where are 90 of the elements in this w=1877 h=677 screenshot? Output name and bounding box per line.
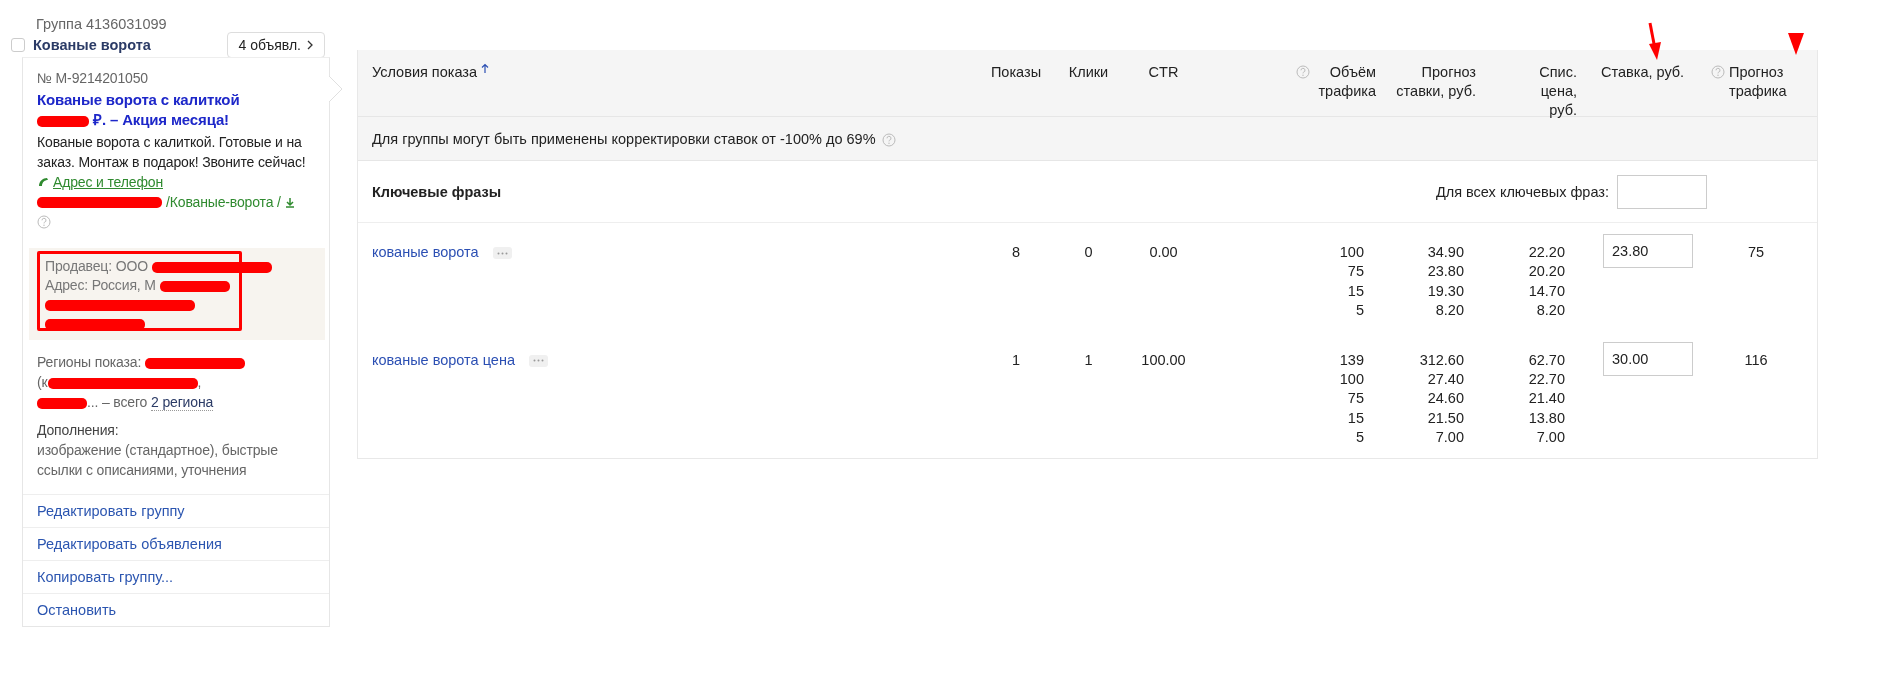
table-cell-text: 100 [1339, 243, 1364, 262]
table-cell-text: 15 [1347, 408, 1364, 428]
table-cell: 1 [1011, 351, 1021, 368]
table-cell: 7.00 [1435, 428, 1464, 448]
keyword-link[interactable]: кованые ворота [372, 243, 479, 263]
table-cell: 7.00 [1536, 428, 1565, 448]
table-cell: 1 [1084, 351, 1093, 368]
table-cell: 100.00 [1141, 351, 1186, 368]
notch-icon [329, 76, 343, 102]
table-cell-text: 22.20 [1528, 243, 1565, 262]
arrow-annotation [1648, 22, 1661, 60]
more-button[interactable] [528, 354, 548, 367]
regions-link[interactable]: 2 региона [151, 394, 214, 411]
download-icon [284, 196, 295, 208]
ad-title: Кованые ворота с калиткой [37, 90, 241, 110]
more-button[interactable] [492, 247, 512, 259]
table-cell: 24.60 [1427, 389, 1464, 409]
keyword-link[interactable]: кованые ворота цена [372, 350, 515, 371]
table-cell: 75 [1347, 389, 1364, 409]
ads-count-button[interactable]: 4 объявл. [227, 32, 325, 58]
regions-text: (к [37, 374, 48, 390]
bid-input[interactable]: 30.00 [1603, 341, 1693, 376]
action-link[interactable]: Остановить [23, 593, 329, 626]
table-cell: 75 [1747, 244, 1765, 260]
ad-number: № M-9214201050 [37, 69, 149, 88]
bid-input[interactable]: 23.80 [1603, 234, 1693, 268]
table-cell: 75 [1347, 262, 1364, 282]
table-cell-text: 14.70 [1528, 281, 1565, 301]
table-cell: 27.40 [1427, 370, 1464, 390]
help-icon [37, 215, 51, 229]
ad-text: Кованые ворота с калиткой. Готовые и на заказ. Монтаж в подарок! Звоните сейчас! [37, 133, 307, 172]
bid-adjustment-note: Для группы могут быть применены корректировки ставок от -100% до 69% [372, 130, 876, 147]
group-title: Кованые ворота [33, 37, 151, 53]
dots-icon [496, 251, 508, 255]
redaction-mark [37, 397, 87, 409]
column-header[interactable]: Объём трафика [1314, 63, 1376, 101]
table-cell: 22.70 [1528, 370, 1565, 390]
regions-label: Регионы показа: [37, 354, 142, 370]
help-icon [881, 132, 896, 147]
column-header[interactable]: Спис. цена, руб. [1515, 63, 1577, 120]
table-cell-text: 21.50 [1427, 408, 1464, 428]
table-cell: 8.20 [1536, 301, 1565, 321]
group-checkbox[interactable] [11, 38, 25, 52]
table-cell: 100 [1339, 370, 1364, 390]
table-cell-text: 15 [1347, 281, 1364, 301]
dots-icon [532, 359, 544, 363]
action-link[interactable]: Копировать группу... [23, 560, 329, 593]
ad-url: /Кованые-ворота / [166, 193, 281, 212]
table-cell-text: 19.30 [1427, 281, 1464, 301]
ad-title: ₽. – Акция месяца! [93, 111, 229, 128]
table-cell: 116 [1744, 351, 1768, 368]
regions-text: , [197, 374, 202, 390]
table-cell: 0 [1084, 244, 1093, 260]
table-cell: 21.40 [1528, 389, 1565, 409]
extras-label: Дополнения: [37, 421, 120, 440]
field-label: Для всех ключевых фраз: [1435, 183, 1609, 200]
column-header[interactable]: Прогноз ставки, руб. [1386, 63, 1476, 101]
table-cell: 23.80 [1427, 262, 1464, 282]
table-cell-text: 312.60 [1419, 350, 1464, 370]
table-cell: 8 [1011, 244, 1021, 260]
action-link[interactable]: Редактировать объявления [23, 527, 329, 560]
table-cell-text: 139 [1339, 350, 1364, 370]
phone-icon [37, 176, 49, 188]
column-header[interactable]: Клики [1068, 63, 1109, 82]
contacts-link[interactable]: Адрес и телефон [53, 172, 163, 192]
group-number: Группа 4136031099 [35, 15, 168, 32]
table-cell: 20.20 [1528, 262, 1565, 282]
table-cell-text: 62.70 [1528, 350, 1565, 370]
column-header[interactable]: Ставка, руб. [1601, 63, 1685, 82]
redaction-mark [37, 115, 89, 127]
table-cell-text: 34.90 [1427, 243, 1464, 262]
table-cell: 8.20 [1435, 301, 1464, 321]
bid-input[interactable] [1617, 174, 1707, 209]
column-header[interactable]: Показы [990, 63, 1042, 82]
regions-text: ... – всего [87, 394, 148, 410]
section-title: Ключевые фразы [372, 183, 502, 200]
redaction-mark [159, 280, 230, 292]
triangle-annotation [1788, 33, 1804, 55]
action-link[interactable]: Редактировать группу [23, 494, 329, 527]
table-cell: 5 [1355, 301, 1364, 321]
seller-info-line: Продавец: ООО [45, 258, 148, 274]
column-header[interactable]: Прогноз трафика [1729, 63, 1799, 101]
table-cell: 0.00 [1149, 244, 1178, 260]
table-cell-text: 13.80 [1528, 408, 1565, 428]
chevron-right-icon [307, 40, 314, 50]
extras-text: изображение (стандартное), быстрые ссылки с описаниями, уточнения [37, 441, 279, 480]
column-header[interactable]: Условия показа [372, 63, 478, 82]
column-header[interactable]: CTR [1148, 63, 1179, 82]
table-cell: 5 [1355, 428, 1364, 448]
seller-info-line: Адрес: Россия, М [45, 277, 156, 293]
